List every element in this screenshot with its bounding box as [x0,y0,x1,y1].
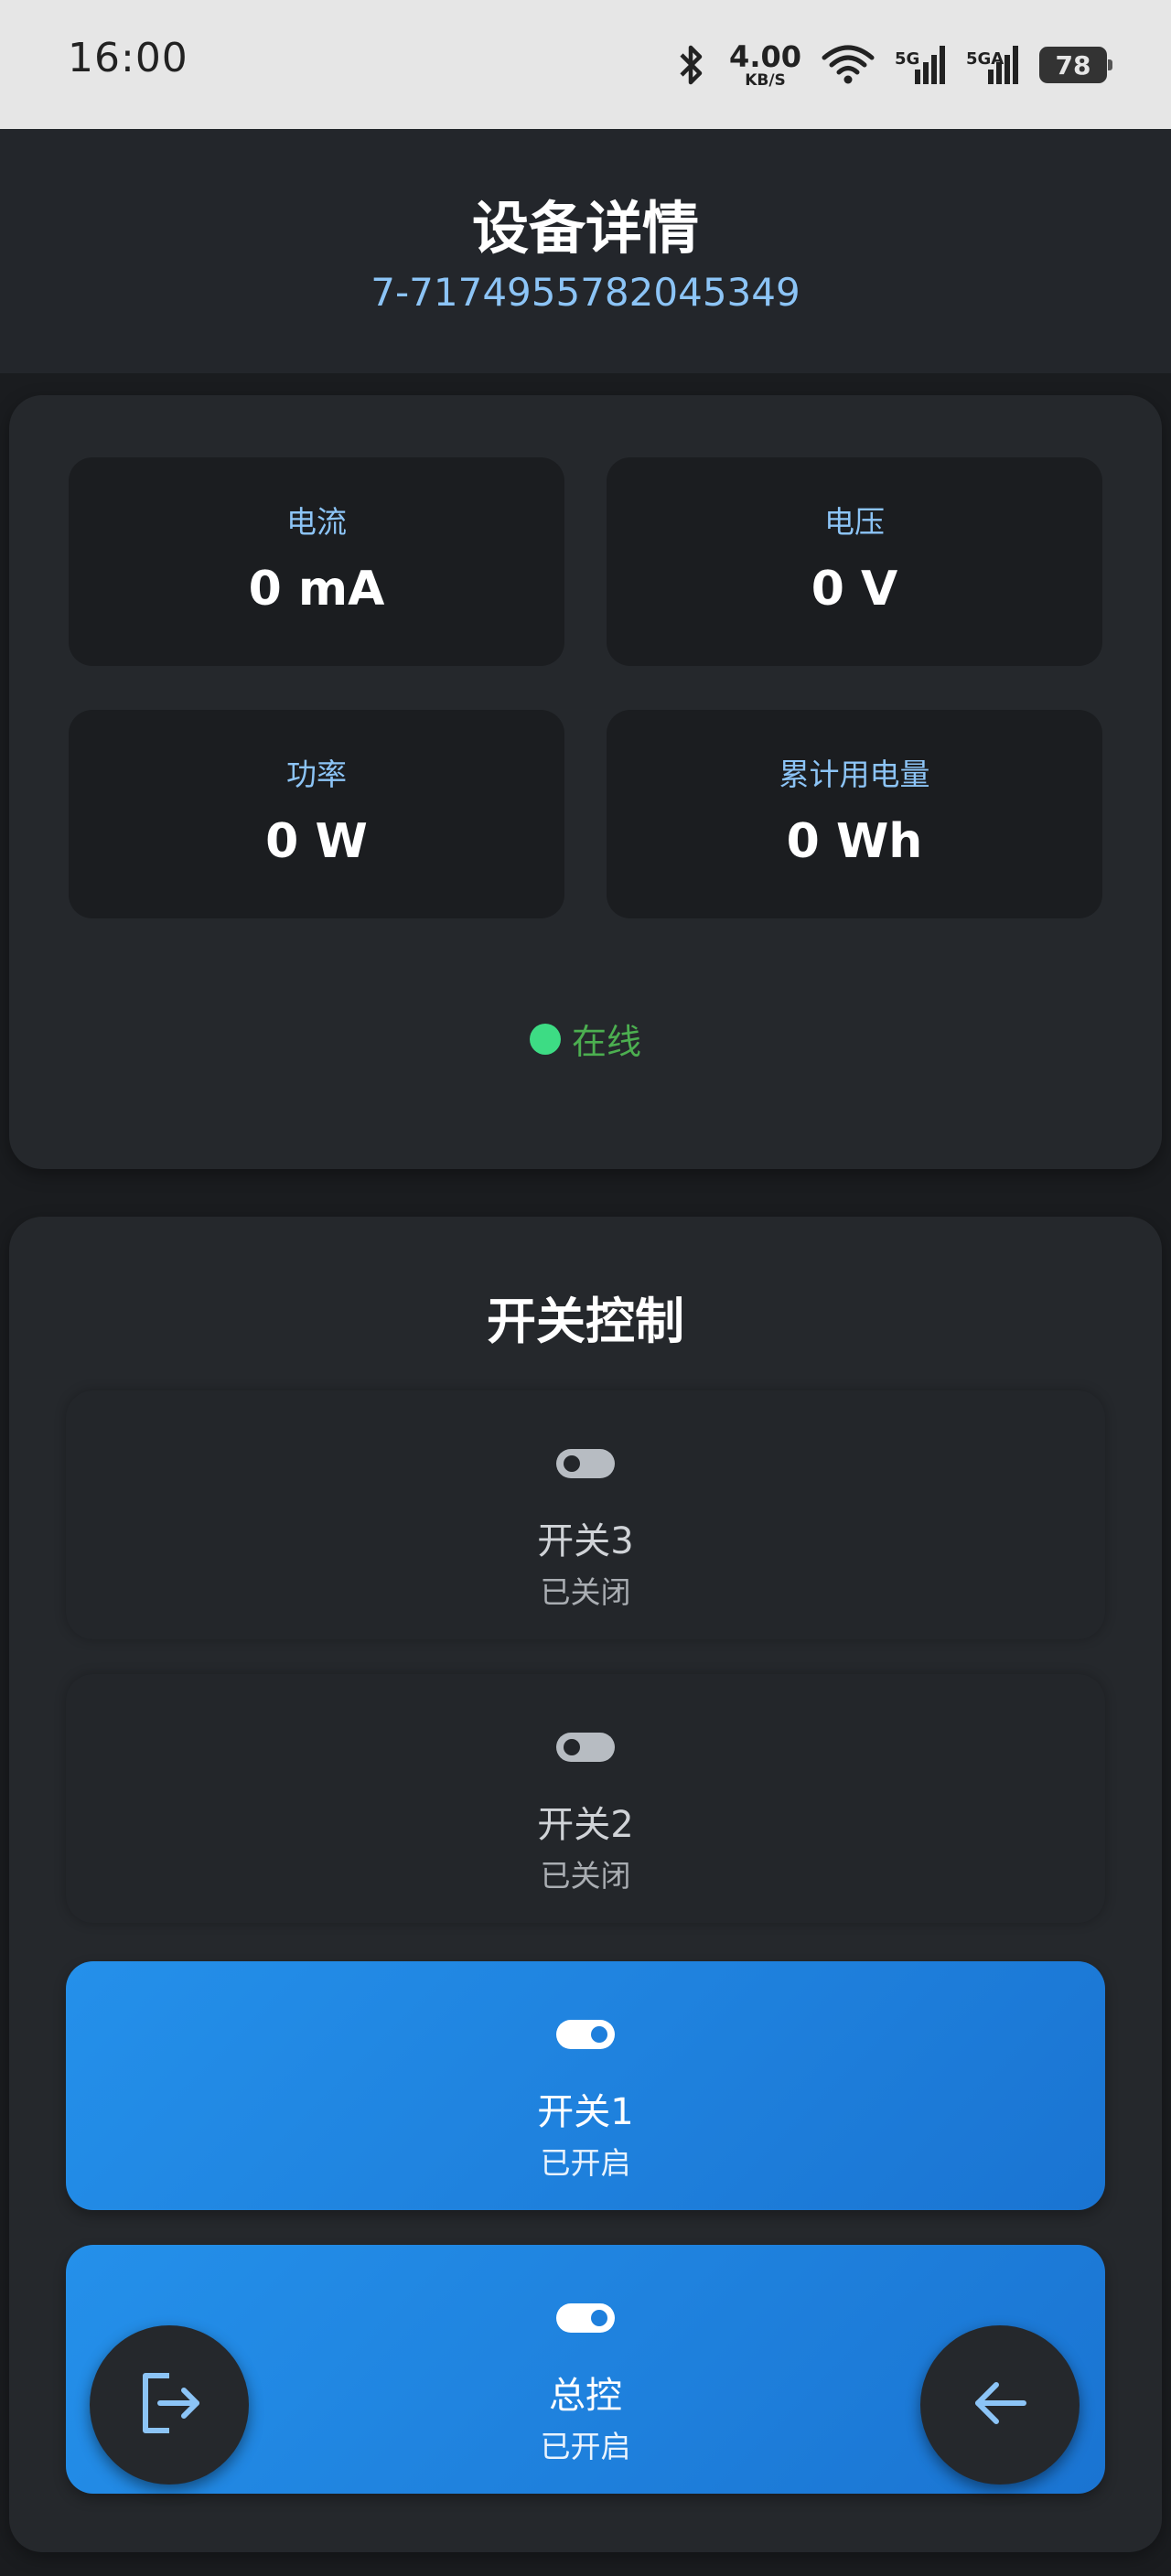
online-status: 在线 [9,1014,1162,1064]
switch-name: 开关2 [537,1804,634,1846]
back-button[interactable] [920,2325,1080,2485]
metric-value: 0 V [811,562,898,617]
speed-value: 4.00 [729,38,801,74]
toggle-off-icon [556,1733,615,1762]
metric-power: 功率 0 W [69,710,564,918]
arrow-left-icon [967,2370,1033,2440]
metric-label: 功率 [286,757,347,792]
section-title: 开关控制 [487,1293,684,1350]
toggle-off-icon [556,1449,615,1478]
metric-value: 0 mA [248,562,385,617]
signal-icon-2: 5GA [966,42,1019,88]
switch-3[interactable]: 开关3 已关闭 [66,1390,1105,1639]
battery-icon: 78 [1039,47,1112,83]
switch-name: 开关3 [537,1520,634,1562]
wifi-icon [822,45,875,85]
online-status-text: 在线 [571,1022,641,1062]
switch-state: 已开启 [540,2145,631,2181]
switch-name: 开关1 [537,2091,634,2133]
switch-state: 已关闭 [540,1574,631,1610]
status-bar: 16:00 4.00 KB/S 5G 5GA 78 [0,0,1171,129]
network-type-2: 5GA [966,49,1004,69]
metric-label: 电流 [286,504,347,540]
metric-voltage: 电压 0 V [607,457,1102,666]
metric-label: 电压 [824,504,885,540]
status-icons: 4.00 KB/S 5G 5GA 78 [676,33,1112,97]
page-title: 设备详情 [471,195,699,262]
device-id: 7-7174955782045349 [371,270,800,315]
metric-value: 0 Wh [786,814,923,869]
switch-1[interactable]: 开关1 已开启 [66,1961,1105,2210]
battery-level: 78 [1055,49,1091,80]
metric-label: 累计用电量 [779,757,930,792]
speed-unit: KB/S [745,70,786,90]
metric-value: 0 W [265,814,368,869]
online-indicator-icon [529,1023,561,1055]
metric-current: 电流 0 mA [69,457,564,666]
toggle-on-icon [556,2020,615,2049]
status-time: 16:00 [68,35,188,81]
metric-energy: 累计用电量 0 Wh [607,710,1102,918]
bluetooth-icon [676,44,709,86]
logout-icon [133,2367,206,2443]
toggle-on-icon [556,2303,615,2333]
page-header: 设备详情 7-7174955782045349 [0,129,1171,373]
logout-button[interactable] [90,2325,249,2485]
network-speed: 4.00 KB/S [729,42,801,89]
signal-icon: 5G [895,42,946,88]
metrics-card: 电流 0 mA 电压 0 V 功率 0 W 累计用电量 0 Wh 在线 [9,395,1162,1169]
switch-state: 已关闭 [540,1858,631,1894]
network-type-1: 5G [895,49,920,69]
switch-2[interactable]: 开关2 已关闭 [66,1674,1105,1923]
